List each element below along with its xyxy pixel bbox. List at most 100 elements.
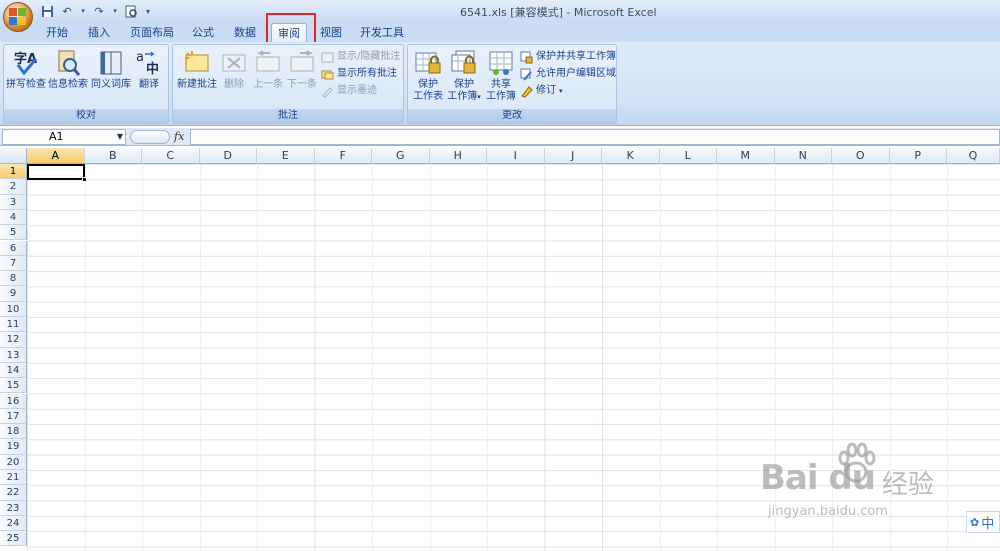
row-header-25[interactable]: 25 — [0, 531, 27, 547]
show-ink-button[interactable]: 显示墨迹 — [321, 83, 377, 99]
translate-button[interactable]: a中 翻译 — [132, 49, 166, 91]
dropdown-arrow-icon[interactable]: ▾ — [80, 4, 86, 18]
customize-qat-icon[interactable]: ▾ — [144, 4, 152, 18]
protect-workbook-button[interactable]: 保护 工作簿▾ — [446, 49, 482, 103]
tab-insert[interactable]: 插入 — [82, 23, 116, 42]
tab-developer[interactable]: 开发工具 — [356, 23, 408, 42]
formula-expand-handle[interactable] — [130, 130, 170, 144]
dropdown-arrow-icon: ▾ — [477, 93, 481, 101]
row-header-21[interactable]: 21 — [0, 470, 27, 486]
row-header-9[interactable]: 9 — [0, 286, 27, 302]
column-header-p[interactable]: P — [889, 148, 947, 164]
formula-input[interactable] — [190, 129, 1000, 145]
column-header-b[interactable]: B — [84, 148, 142, 164]
protect-sheet-icon — [414, 49, 442, 77]
allow-edit-icon — [520, 68, 533, 81]
undo-icon[interactable]: ↶ — [60, 4, 74, 18]
row-header-4[interactable]: 4 — [0, 209, 27, 226]
research-icon — [54, 49, 82, 77]
show-hide-comment-button[interactable]: 显示/隐藏批注 — [321, 49, 400, 65]
row-header-20[interactable]: 20 — [0, 454, 27, 470]
column-header-h[interactable]: H — [429, 148, 487, 164]
tab-data[interactable]: 数据 — [228, 23, 262, 42]
row-header-7[interactable]: 7 — [0, 255, 27, 272]
row-header-22[interactable]: 22 — [0, 485, 27, 501]
tab-home[interactable]: 开始 — [40, 23, 74, 42]
row-header-16[interactable]: 16 — [0, 393, 27, 409]
svg-text:字A: 字A — [14, 51, 37, 67]
active-cell-a1[interactable] — [27, 164, 85, 180]
spell-check-button[interactable]: 字A 拼写检查 — [6, 49, 46, 91]
dropdown-arrow-icon: ▾ — [559, 87, 563, 95]
column-header-f[interactable]: F — [314, 148, 372, 164]
select-all-corner[interactable] — [0, 148, 27, 164]
tab-formulas[interactable]: 公式 — [186, 23, 220, 42]
redo-icon[interactable]: ↷ — [92, 4, 106, 18]
group-changes: 保护 工作表 保护 工作簿▾ 共享 工作簿 保护并共享工作簿 允许用户编辑区域 — [407, 44, 617, 124]
next-comment-button[interactable]: 下一条 — [285, 49, 319, 91]
row-header-18[interactable]: 18 — [0, 424, 27, 440]
ime-label: 中 — [981, 516, 995, 532]
group-label-proofing: 校对 — [4, 109, 168, 123]
column-header-l[interactable]: L — [659, 148, 717, 164]
row-header-12[interactable]: 12 — [0, 332, 27, 348]
column-header-m[interactable]: M — [717, 148, 775, 164]
insert-function-icon[interactable]: fx — [174, 130, 184, 143]
column-header-a[interactable]: A — [27, 148, 85, 164]
show-hide-comment-icon — [321, 51, 334, 64]
allow-edit-ranges-button[interactable]: 允许用户编辑区域 — [520, 66, 616, 82]
row-header-5[interactable]: 5 — [0, 225, 27, 241]
row-header-11[interactable]: 11 — [0, 317, 27, 333]
previous-comment-button[interactable]: 上一条 — [251, 49, 285, 91]
column-header-o[interactable]: O — [832, 148, 890, 164]
column-header-j[interactable]: J — [544, 148, 602, 164]
protect-share-workbook-button[interactable]: 保护并共享工作簿 — [520, 49, 616, 65]
row-header-3[interactable]: 3 — [0, 194, 27, 210]
column-header-i[interactable]: I — [487, 148, 545, 164]
protect-sheet-label-2: 工作表 — [413, 91, 443, 102]
print-preview-icon[interactable] — [124, 4, 138, 18]
name-box[interactable]: A1 ▼ — [2, 129, 126, 145]
thesaurus-button[interactable]: 同义词库 — [91, 49, 131, 91]
row-header-17[interactable]: 17 — [0, 408, 27, 425]
track-changes-button[interactable]: 修订 ▾ — [520, 83, 563, 99]
tab-page-layout[interactable]: 页面布局 — [126, 23, 178, 42]
row-header-8[interactable]: 8 — [0, 271, 27, 287]
row-header-6[interactable]: 6 — [0, 240, 27, 256]
office-button[interactable] — [3, 2, 33, 32]
row-header-2[interactable]: 2 — [0, 179, 27, 195]
research-button[interactable]: 信息检索 — [48, 49, 88, 91]
dropdown-arrow-icon[interactable]: ▾ — [112, 4, 118, 18]
tab-view[interactable]: 视图 — [314, 23, 348, 42]
column-header-k[interactable]: K — [602, 148, 660, 164]
save-icon[interactable] — [40, 4, 54, 18]
column-header-n[interactable]: N — [774, 148, 832, 164]
column-header-q[interactable]: Q — [947, 148, 1000, 164]
show-all-comments-label: 显示所有批注 — [337, 68, 397, 79]
column-header-d[interactable]: D — [199, 148, 257, 164]
row-header-15[interactable]: 15 — [0, 378, 27, 394]
row-header-14[interactable]: 14 — [0, 362, 27, 379]
column-header-e[interactable]: E — [257, 148, 315, 164]
spell-check-label: 拼写检查 — [6, 79, 46, 90]
row-header-24[interactable]: 24 — [0, 515, 27, 532]
dropdown-arrow-icon[interactable]: ▼ — [117, 130, 123, 144]
column-header-c[interactable]: C — [142, 148, 200, 164]
column-header-g[interactable]: G — [372, 148, 430, 164]
delete-comment-button[interactable]: 删除 — [219, 49, 249, 91]
row-header-23[interactable]: 23 — [0, 500, 27, 516]
new-comment-button[interactable]: 新建批注 — [175, 49, 219, 91]
ime-indicator[interactable]: ✿ 中 — [966, 511, 1000, 533]
row-header-10[interactable]: 10 — [0, 301, 27, 317]
row-header-19[interactable]: 19 — [0, 439, 27, 455]
row-header-1[interactable]: 1 — [0, 164, 27, 180]
show-all-comments-button[interactable]: 显示所有批注 — [321, 66, 397, 82]
fill-handle[interactable] — [82, 177, 87, 182]
share-workbook-button[interactable]: 共享 工作簿 — [484, 49, 518, 103]
new-comment-label: 新建批注 — [177, 79, 217, 90]
row-header-13[interactable]: 13 — [0, 347, 27, 363]
protect-share-label: 保护并共享工作簿 — [536, 51, 616, 62]
protect-sheet-button[interactable]: 保护 工作表 — [410, 49, 446, 103]
group-label-comments: 批注 — [173, 109, 403, 123]
watermark-cn: 经验 — [882, 470, 935, 500]
